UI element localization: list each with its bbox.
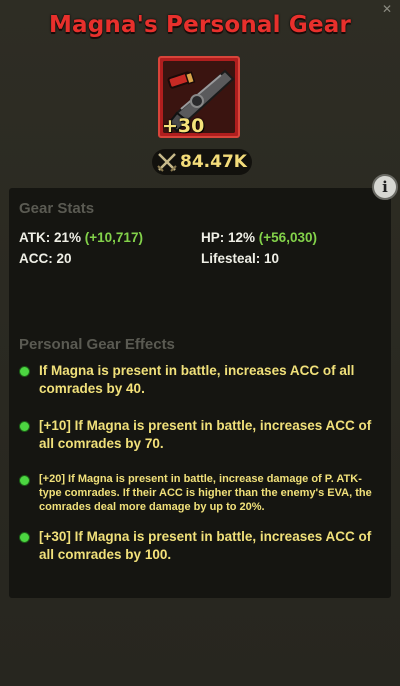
stat-atk-bonus: (+10,717) xyxy=(84,230,143,245)
bullet-icon xyxy=(19,532,30,543)
stat-atk: ATK: 21% (+10,717) xyxy=(19,230,143,245)
bullet-icon xyxy=(19,475,30,486)
gear-power: 84.47K xyxy=(152,149,252,175)
stat-hp: HP: 12% (+56,030) xyxy=(201,230,317,245)
page-title: Magna's Personal Gear xyxy=(48,12,352,38)
effects-title: Personal Gear Effects xyxy=(19,336,175,353)
stat-acc: ACC: 20 xyxy=(19,251,72,266)
info-icon[interactable]: i xyxy=(372,174,398,200)
dialog-frame: ✕ Magna's Personal Gear +30 84.47K i Gea… xyxy=(0,0,400,686)
crossed-swords-icon xyxy=(156,152,178,172)
enhance-level-badge: +30 xyxy=(162,115,205,137)
stat-hp-bonus: (+56,030) xyxy=(258,230,317,245)
bullet-icon xyxy=(19,421,30,432)
bullet-icon xyxy=(19,366,30,377)
stat-lifesteal: Lifesteal: 10 xyxy=(201,251,280,266)
power-value: 84.47K xyxy=(180,152,247,172)
gear-stats-title: Gear Stats xyxy=(19,200,95,217)
